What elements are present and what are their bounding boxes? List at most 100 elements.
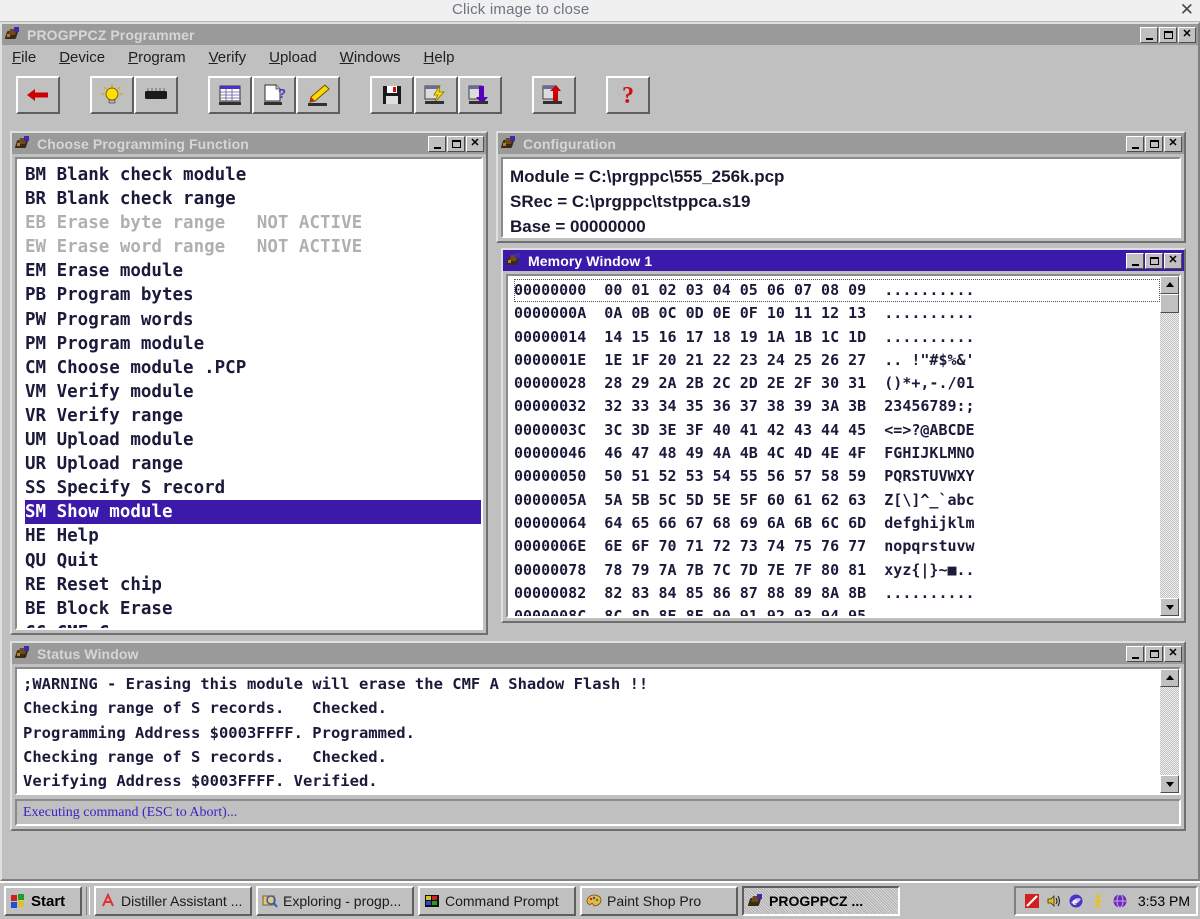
status-window-titlebar[interactable]: Status Window ✕ [12,643,1184,664]
select-device-button[interactable] [134,76,178,114]
function-row-br[interactable]: BR Blank check range [25,187,481,211]
memory-row[interactable]: 00000000 00 01 02 03 04 05 06 07 08 09 .… [514,279,1160,302]
status-window-minimize-button[interactable] [1126,646,1144,662]
config-srec-line: SRec = C:\prgppc\tstppca.s19 [510,189,1179,214]
function-row-qu[interactable]: QU Quit [25,549,481,573]
memory-window-close-button[interactable]: ✕ [1164,253,1182,269]
app-close-button[interactable]: ✕ [1178,27,1196,43]
status-scroll-down-button[interactable] [1160,775,1179,793]
function-row-be[interactable]: BE Block Erase [25,597,481,621]
yellow-lightning-icon [421,82,451,108]
function-row-um[interactable]: UM Upload module [25,428,481,452]
taskbar-item-paint-shop-pro[interactable]: Paint Shop Pro [580,886,738,916]
memory-row[interactable]: 00000050 50 51 52 53 54 55 56 57 58 59 P… [514,465,1160,488]
start-button[interactable]: Start [4,886,82,916]
memory-row[interactable]: 0000006E 6E 6F 70 71 72 73 74 75 76 77 n… [514,535,1160,558]
internet-explorer-icon[interactable]: e [1068,893,1084,909]
function-window-titlebar[interactable]: Choose Programming Function ✕ [12,133,486,154]
identify-device-button[interactable] [90,76,134,114]
taskbar-clock[interactable]: 3:53 PM [1138,893,1190,909]
memory-row[interactable]: 00000064 64 65 66 67 68 69 6A 6B 6C 6D d… [514,512,1160,535]
function-row-em[interactable]: EM Erase module [25,259,481,283]
function-row-bm[interactable]: BM Blank check module [25,163,481,187]
download-button[interactable] [458,76,502,114]
app-maximize-button[interactable] [1159,27,1177,43]
memory-row[interactable]: 0000000A 0A 0B 0C 0D 0E 0F 10 11 12 13 .… [514,302,1160,325]
function-row-eb[interactable]: EB Erase byte range NOT ACTIVE [25,211,481,235]
memory-row[interactable]: 00000078 78 79 7A 7B 7C 7D 7E 7F 80 81 x… [514,559,1160,582]
floppy-disk-icon [377,82,407,108]
configuration-titlebar[interactable]: Configuration ✕ [498,133,1184,154]
viewer-close-icon[interactable]: ✕ [1180,0,1194,20]
memory-window-titlebar[interactable]: Memory Window 1 ✕ [503,250,1184,271]
taskbar-item-explorer[interactable]: Exploring - progp... [256,886,414,916]
taskbar-item-distiller[interactable]: Distiller Assistant ... [94,886,252,916]
memory-window-maximize-button[interactable] [1145,253,1163,269]
menu-upload[interactable]: Upload [269,49,317,66]
red-slash-icon[interactable] [1024,893,1040,909]
upload-button[interactable] [532,76,576,114]
menu-windows[interactable]: Windows [340,49,401,66]
memory-row[interactable]: 0000001E 1E 1F 20 21 22 23 24 25 26 27 .… [514,349,1160,372]
taskbar-item-progppcz[interactable]: PROGPPCZ ... [742,886,900,916]
purple-globe-icon[interactable] [1112,893,1128,909]
configuration-maximize-button[interactable] [1145,136,1163,152]
function-row-pw[interactable]: PW Program words [25,308,481,332]
back-arrow-button[interactable] [16,76,60,114]
status-window-maximize-button[interactable] [1145,646,1163,662]
memory-row[interactable]: 00000028 28 29 2A 2B 2C 2D 2E 2F 30 31 (… [514,372,1160,395]
memory-scroll-down-button[interactable] [1160,598,1179,616]
memory-row[interactable]: 00000014 14 15 16 17 18 19 1A 1B 1C 1D .… [514,326,1160,349]
function-row-ur[interactable]: UR Upload range [25,452,481,476]
function-window-close-button[interactable]: ✕ [466,136,484,152]
help-button[interactable]: ? [606,76,650,114]
memory-window-minimize-button[interactable] [1126,253,1144,269]
function-row-ss[interactable]: SS Specify S record [25,476,481,500]
memory-scroll-thumb[interactable] [1160,294,1179,313]
memory-row[interactable]: 00000046 46 47 48 49 4A 4B 4C 4D 4E 4F F… [514,442,1160,465]
menu-verify[interactable]: Verify [209,49,247,66]
function-row-vr[interactable]: VR Verify range [25,404,481,428]
taskbar-item-command-prompt[interactable]: Command Prompt [418,886,576,916]
memory-hex-dump[interactable]: 00000000 00 01 02 03 04 05 06 07 08 09 .… [508,276,1160,616]
app-minimize-button[interactable] [1140,27,1158,43]
function-row-cc[interactable]: CC CMF Censor [25,621,481,630]
blank-check-button[interactable]: ? [252,76,296,114]
menu-help[interactable]: Help [424,49,455,66]
app-titlebar[interactable]: PROGPPCZ Programmer ✕ [2,24,1198,45]
menu-program[interactable]: Program [128,49,186,66]
configuration-close-button[interactable]: ✕ [1164,136,1182,152]
function-row-he[interactable]: HE Help [25,524,481,548]
function-row-vm[interactable]: VM Verify module [25,380,481,404]
norton-person-icon[interactable] [1090,893,1106,909]
menu-device[interactable]: Device [59,49,105,66]
memory-row[interactable]: 00000032 32 33 34 35 36 37 38 39 3A 3B 2… [514,395,1160,418]
function-row-ew[interactable]: EW Erase word range NOT ACTIVE [25,235,481,259]
program-button[interactable] [414,76,458,114]
edit-button[interactable] [296,76,340,114]
function-row-pm[interactable]: PM Program module [25,332,481,356]
memory-scroll-up-button[interactable] [1160,276,1179,294]
configuration-minimize-button[interactable] [1126,136,1144,152]
function-row-pb[interactable]: PB Program bytes [25,283,481,307]
function-window-minimize-button[interactable] [428,136,446,152]
svg-text:?: ? [622,83,634,108]
volume-speaker-icon[interactable] [1046,893,1062,909]
memory-row[interactable]: 00000082 82 83 84 85 86 87 88 89 8A 8B .… [514,582,1160,605]
function-window-maximize-button[interactable] [447,136,465,152]
memory-vertical-scrollbar[interactable] [1160,276,1179,616]
memory-window-button[interactable] [208,76,252,114]
function-row-cm[interactable]: CM Choose module .PCP [25,356,481,380]
function-row-re[interactable]: RE Reset chip [25,573,481,597]
memory-row[interactable]: 0000003C 3C 3D 3E 3F 40 41 42 43 44 45 <… [514,419,1160,442]
memory-row[interactable]: 0000005A 5A 5B 5C 5D 5E 5F 60 61 62 63 Z… [514,489,1160,512]
memory-row[interactable]: 0000008C 8C 8D 8E 8F 90 91 92 93 94 95 .… [514,605,1160,616]
menu-file[interactable]: File [12,49,36,66]
save-button[interactable] [370,76,414,114]
status-scroll-up-button[interactable] [1160,669,1179,687]
status-window-close-button[interactable]: ✕ [1164,646,1182,662]
function-row-sm[interactable]: SM Show module [25,500,481,524]
status-vertical-scrollbar[interactable] [1160,669,1179,793]
function-list[interactable]: BM Blank check moduleBR Blank check rang… [17,159,481,630]
viewer-hint-text: Click image to close [452,1,589,18]
